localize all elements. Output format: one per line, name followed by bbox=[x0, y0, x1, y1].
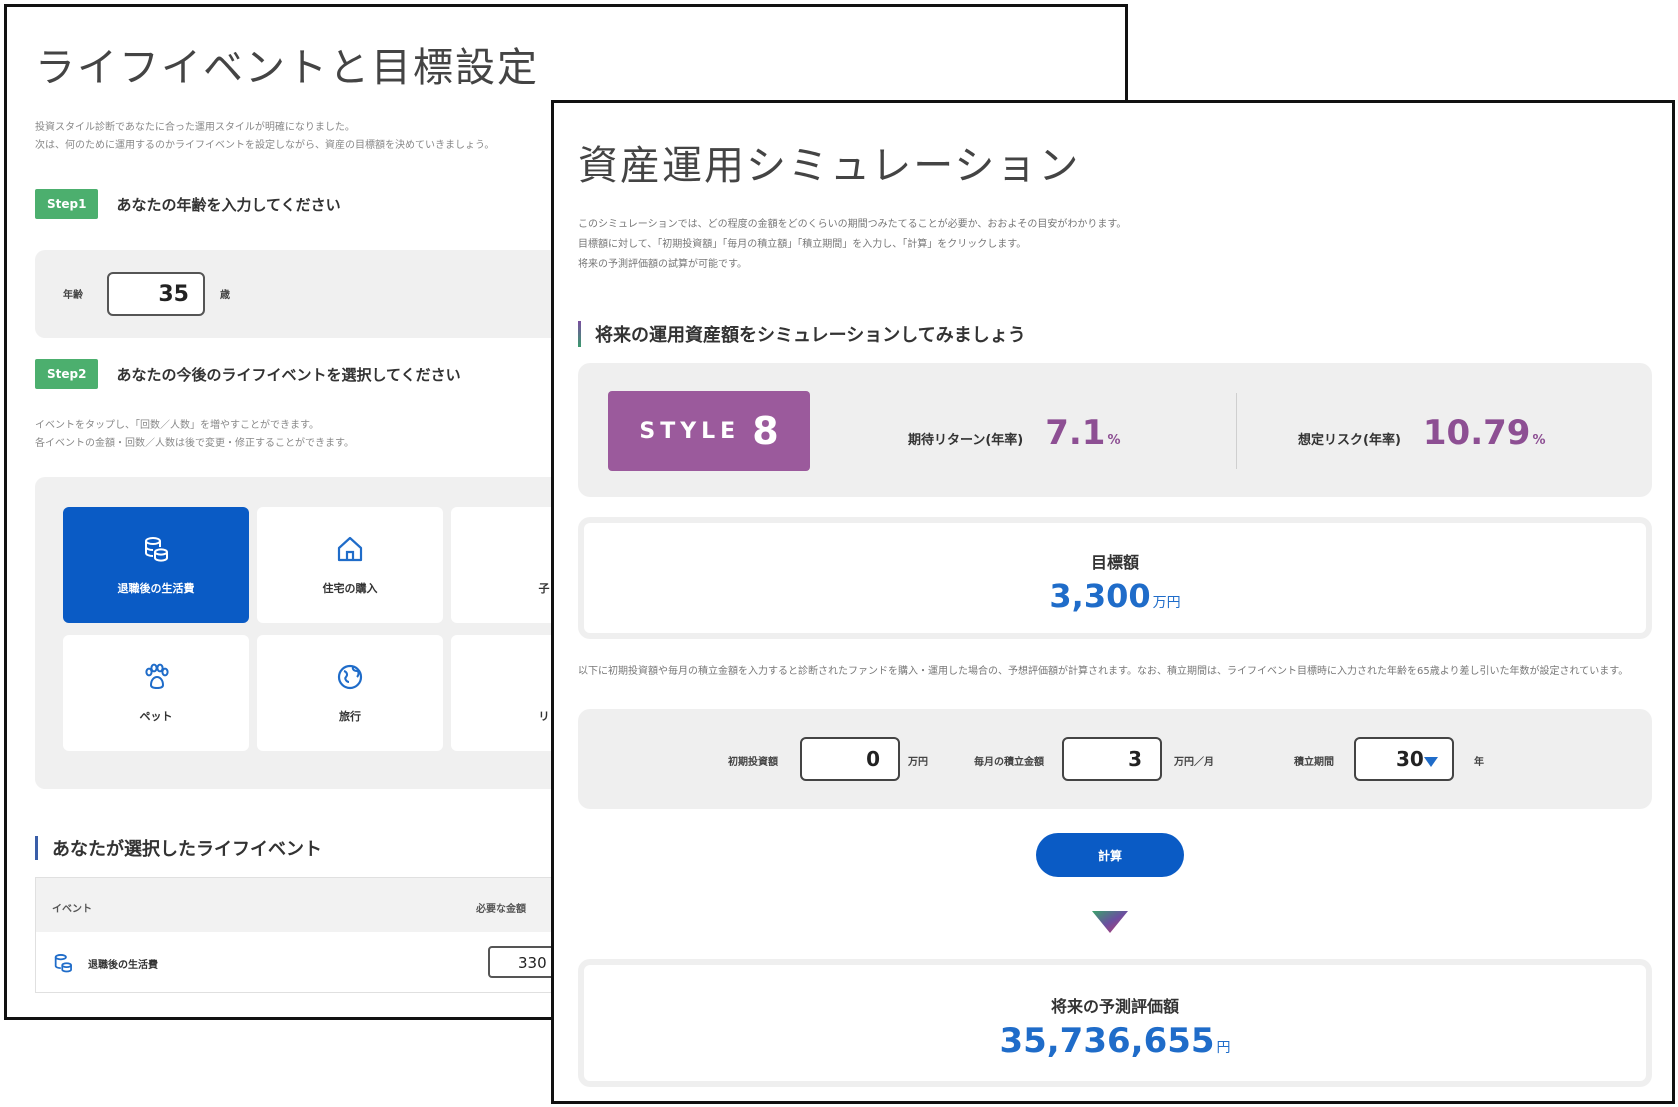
intro-text: 投資スタイル診断であなたに合った運用スタイルが明確になりました。 次は、何のため… bbox=[35, 119, 494, 155]
event-card-travel[interactable]: 旅行 bbox=[257, 635, 443, 751]
monthly-amount-label: 毎月の積立金額 bbox=[974, 757, 1044, 768]
down-arrow-icon bbox=[1092, 911, 1128, 933]
initial-investment-input[interactable]: 0 bbox=[800, 737, 900, 781]
event-card-pet[interactable]: ペット bbox=[63, 635, 249, 751]
age-unit: 歳 bbox=[220, 290, 230, 301]
initial-investment-unit: 万円 bbox=[908, 757, 928, 768]
intro-line: 投資スタイル診断であなたに合った運用スタイルが明確になりました。 bbox=[35, 122, 355, 133]
assumed-risk: 想定リスク(年率) 10.79 % bbox=[1298, 413, 1545, 453]
style-panel: STYLE 8 期待リターン(年率) 7.1 % 想定リスク(年率) 10.79… bbox=[578, 363, 1652, 497]
metric-divider bbox=[1236, 393, 1237, 469]
intro-line: 将来の予測評価額の試算が可能です。 bbox=[578, 259, 747, 270]
event-label: 旅行 bbox=[339, 710, 361, 723]
event-label: 退職後の生活費 bbox=[117, 582, 195, 595]
target-amount-card: 目標額 3,300 万円 bbox=[578, 517, 1652, 639]
event-label: 住宅の購入 bbox=[322, 582, 378, 595]
period-unit: 年 bbox=[1474, 757, 1484, 768]
selected-events-heading: あなたが選択したライフイベント bbox=[35, 835, 322, 861]
intro-text: このシミュレーションでは、どの程度の金額をどのくらいの期間つみたてることが必要か… bbox=[578, 215, 1126, 275]
expected-return-unit: % bbox=[1107, 433, 1121, 448]
step2-description: イベントをタップし、「回数／人数」を増やすことができます。 各イベントの金額・回… bbox=[35, 417, 354, 453]
event-name: 退職後の生活費 bbox=[88, 960, 158, 971]
desc-line: イベントをタップし、「回数／人数」を増やすことができます。 bbox=[35, 420, 319, 431]
style-word: STYLE bbox=[639, 418, 741, 444]
house-icon bbox=[337, 536, 363, 562]
assumed-risk-label: 想定リスク(年率) bbox=[1298, 433, 1401, 448]
step1-row: Step1 あなたの年齢を入力してください bbox=[35, 189, 341, 219]
heading-accent-bar bbox=[35, 836, 38, 860]
expected-return-value: 7.1 bbox=[1045, 413, 1106, 453]
heading-accent-bar bbox=[578, 321, 581, 347]
col-amount-header: 必要な金額 bbox=[476, 904, 526, 915]
chevron-down-icon bbox=[1424, 757, 1438, 767]
col-event-header: イベント bbox=[52, 904, 92, 915]
age-label: 年齢 bbox=[63, 290, 83, 301]
coins-icon bbox=[145, 537, 168, 562]
globe-icon bbox=[337, 664, 363, 690]
event-label: ペット bbox=[139, 710, 173, 723]
assumed-risk-value: 10.79 bbox=[1422, 413, 1531, 453]
intro-line: 目標額に対して、「初期投資額」「毎月の積立額」「積立期間」を入力し、「計算」をク… bbox=[578, 239, 1027, 250]
monthly-amount-input[interactable]: 3 bbox=[1062, 737, 1162, 781]
event-label: 子 bbox=[538, 582, 550, 595]
expected-return: 期待リターン(年率) 7.1 % bbox=[908, 413, 1121, 453]
selected-heading-text: あなたが選択したライフイベント bbox=[52, 839, 322, 860]
expected-return-label: 期待リターン(年率) bbox=[908, 433, 1024, 448]
intro-line: このシミュレーションでは、どの程度の金額をどのくらいの期間つみたてることが必要か… bbox=[578, 219, 1127, 230]
event-label: リ bbox=[538, 710, 550, 723]
forecast-label: 将来の予測評価額 bbox=[1050, 997, 1179, 1016]
forecast-value-row: 35,736,655 円 bbox=[584, 1021, 1646, 1061]
step1-badge: Step1 bbox=[35, 189, 99, 219]
target-value-row: 3,300 万円 bbox=[584, 577, 1646, 615]
initial-investment-label: 初期投資額 bbox=[728, 757, 778, 768]
target-label: 目標額 bbox=[1090, 553, 1139, 572]
simulation-heading-text: 将来の運用資産額をシミュレーションしてみましょう bbox=[595, 325, 1026, 346]
paw-icon bbox=[145, 663, 169, 690]
page-title: ライフイベントと目標設定 bbox=[35, 45, 539, 91]
forecast-unit: 円 bbox=[1216, 1040, 1231, 1056]
period-select[interactable]: 30 bbox=[1354, 737, 1454, 781]
monthly-amount-unit: 万円／月 bbox=[1174, 757, 1214, 768]
step1-text: あなたの年齢を入力してください bbox=[116, 195, 341, 214]
step2-badge: Step2 bbox=[35, 359, 99, 389]
page-title: 資産運用シミュレーション bbox=[578, 143, 1081, 189]
intro-line: 次は、何のために運用するのかライフイベントを設定しながら、資産の目標額を決めてい… bbox=[35, 140, 495, 151]
period-value: 30 bbox=[1396, 747, 1424, 771]
age-input[interactable]: 35 bbox=[107, 272, 205, 316]
style-badge: STYLE 8 bbox=[608, 391, 810, 471]
assumed-risk-unit: % bbox=[1532, 433, 1546, 448]
coins-icon bbox=[54, 954, 72, 973]
step2-text: あなたの今後のライフイベントを選択してください bbox=[116, 365, 461, 384]
event-card-retirement[interactable]: 退職後の生活費 bbox=[63, 507, 249, 623]
target-value: 3,300 bbox=[1049, 577, 1151, 615]
style-number: 8 bbox=[752, 409, 779, 453]
target-unit: 万円 bbox=[1152, 595, 1181, 611]
calculation-note: 以下に初期投資額や毎月の積立金額を入力すると診断されたファンドを購入・運用した場… bbox=[578, 666, 1629, 677]
period-label: 積立期間 bbox=[1294, 757, 1334, 768]
input-panel: 初期投資額 0 万円 毎月の積立金額 3 万円／月 積立期間 30 年 bbox=[578, 709, 1652, 809]
forecast-value: 35,736,655 bbox=[999, 1021, 1215, 1061]
event-card-house[interactable]: 住宅の購入 bbox=[257, 507, 443, 623]
simulation-window: 資産運用シミュレーション このシミュレーションでは、どの程度の金額をどのくらいの… bbox=[551, 100, 1675, 1104]
calculate-button[interactable]: 計算 bbox=[1036, 833, 1184, 877]
simulation-heading: 将来の運用資産額をシミュレーションしてみましょう bbox=[578, 321, 1026, 347]
step2-row: Step2 あなたの今後のライフイベントを選択してください bbox=[35, 359, 461, 389]
desc-line: 各イベントの金額・回数／人数は後で変更・修正することができます。 bbox=[35, 438, 354, 449]
forecast-result-card: 将来の予測評価額 35,736,655 円 bbox=[578, 959, 1652, 1087]
